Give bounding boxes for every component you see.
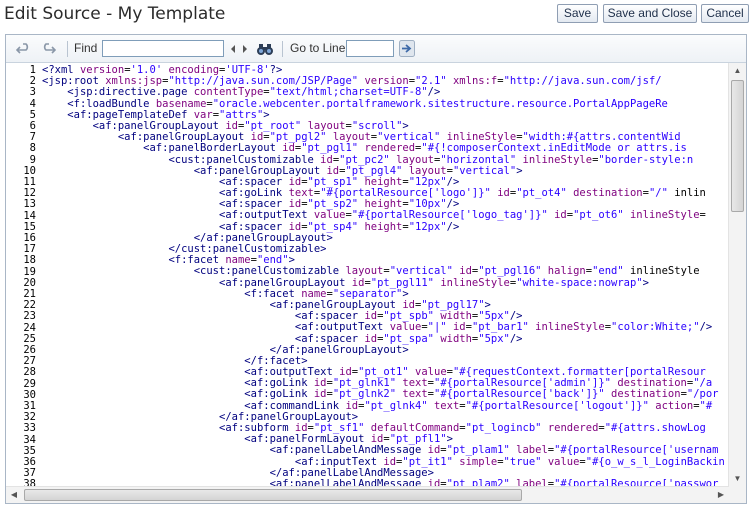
vertical-scrollbar[interactable]: ▲ ▼: [728, 63, 746, 487]
save-button-label: Save: [563, 6, 592, 20]
line-number: 3: [29, 86, 36, 99]
scrollbar-corner: [729, 487, 746, 503]
toolbar-separator-2: [282, 41, 283, 57]
undo-icon[interactable]: [15, 41, 32, 57]
line-number: 33: [23, 422, 36, 435]
code-area[interactable]: <?xml version='1.0' encoding='UTF-8'?> <j…: [42, 65, 728, 489]
line-number: 18: [23, 254, 36, 267]
line-number: 8: [29, 142, 36, 155]
save-and-close-button[interactable]: Save and Close: [603, 4, 697, 23]
redo-icon[interactable]: [40, 41, 57, 57]
editor-toolbar: Find Go to Line: [6, 35, 746, 63]
scroll-up-icon[interactable]: ▲: [729, 63, 746, 79]
find-label: Find: [74, 41, 98, 55]
source-editor-panel: Find Go to Line 1 2 3 4 5 6 7 8 9 10 11 12 13 14 15 16 1…: [5, 34, 747, 504]
find-input[interactable]: [102, 40, 224, 57]
horizontal-scrollbar[interactable]: ◀ ▶: [6, 486, 729, 503]
cancel-button-label: Cancel: [706, 6, 744, 20]
save-and-close-button-label: Save and Close: [607, 6, 693, 20]
line-number: 23: [23, 310, 36, 323]
title-bar: Edit Source - My Template Save Save and …: [0, 0, 754, 29]
horizontal-scroll-thumb[interactable]: [24, 489, 522, 501]
line-number: 28: [23, 366, 36, 379]
vertical-scroll-thumb[interactable]: [731, 80, 744, 212]
go-to-line-input[interactable]: [346, 40, 394, 57]
dialog-title: Edit Source - My Template: [4, 4, 226, 24]
scroll-down-icon[interactable]: ▼: [729, 471, 746, 487]
binoculars-icon[interactable]: [256, 41, 274, 57]
code-editor[interactable]: 1 2 3 4 5 6 7 8 9 10 11 12 13 14 15 16 17 18 19 20 21 22 23 24 2…: [6, 63, 746, 503]
go-arrow-icon[interactable]: [399, 40, 415, 57]
scroll-left-icon[interactable]: ◀: [6, 487, 22, 503]
cancel-button[interactable]: Cancel: [701, 4, 749, 23]
scroll-right-icon[interactable]: ▶: [713, 487, 729, 503]
save-button[interactable]: Save: [557, 4, 598, 23]
edit-source-dialog: Edit Source - My Template Save Save and …: [0, 0, 754, 508]
find-next-icon[interactable]: [240, 41, 250, 57]
line-number-gutter: 1 2 3 4 5 6 7 8 9 10 11 12 13 14 15 16 17 18 19 20 21 22 23 24 2…: [6, 63, 40, 503]
go-to-line-label: Go to Line: [290, 41, 346, 55]
toolbar-separator: [67, 41, 68, 57]
find-previous-icon[interactable]: [228, 41, 238, 57]
line-number: 13: [23, 198, 36, 211]
